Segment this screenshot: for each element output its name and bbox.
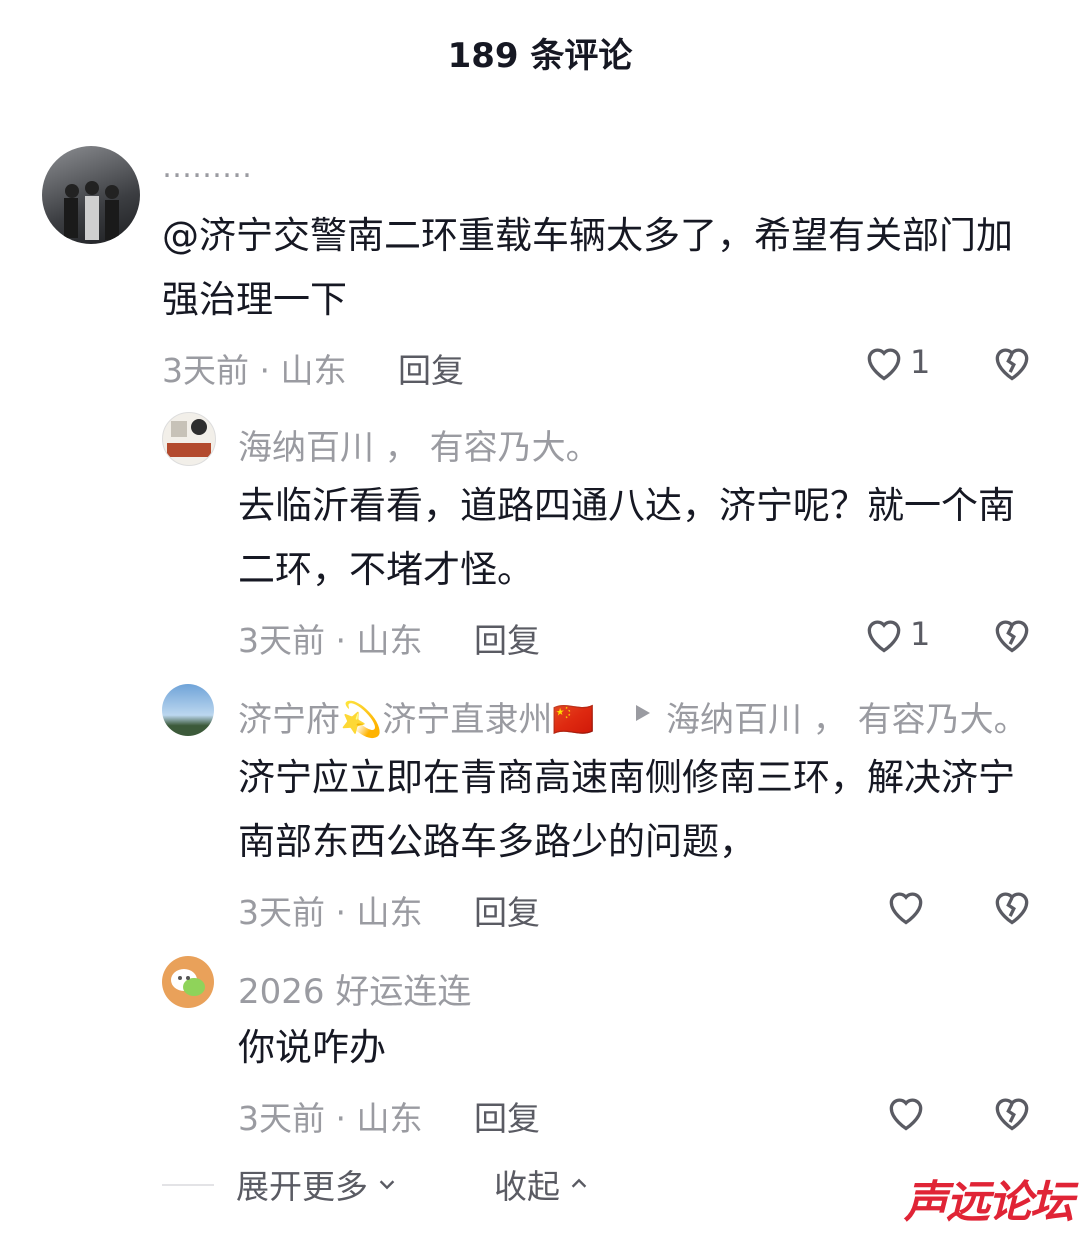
comment-meta: 3天前 · 山东 bbox=[238, 621, 423, 660]
broken-heart-icon bbox=[995, 620, 1029, 653]
expand-more-button[interactable]: 展开更多 bbox=[236, 1160, 398, 1208]
like-button[interactable] bbox=[884, 884, 928, 928]
like-button[interactable] bbox=[884, 1090, 928, 1134]
heart-outline-icon bbox=[889, 892, 923, 925]
dislike-button[interactable] bbox=[990, 1090, 1034, 1138]
broken-heart-icon bbox=[995, 348, 1029, 381]
comment-text: @济宁交警南二环重载车辆太多了，希望有关部门加强治理一下 bbox=[162, 214, 1013, 321]
chevron-up-icon bbox=[571, 1178, 587, 1188]
comment-username[interactable]: 海纳百川 ， 有容乃大。 bbox=[238, 420, 600, 469]
dislike-button[interactable] bbox=[990, 884, 1034, 932]
reply-button[interactable]: 回复 bbox=[474, 614, 540, 662]
comment-username[interactable]: 2026 好运连连 bbox=[238, 964, 471, 1013]
chevron-down-icon bbox=[379, 1180, 395, 1190]
heart-outline-icon bbox=[867, 620, 901, 653]
comment-meta: 3天前 · 山东 bbox=[162, 351, 347, 390]
avatar[interactable] bbox=[162, 412, 216, 466]
comments-title: 189 条评论 bbox=[447, 36, 633, 76]
reply-button[interactable]: 回复 bbox=[474, 1092, 540, 1140]
like-button[interactable]: 1 bbox=[862, 612, 930, 656]
broken-heart-icon bbox=[995, 1098, 1029, 1131]
dislike-button[interactable] bbox=[990, 612, 1034, 660]
comment-text: 去临沂看看，道路四通八达，济宁呢？就一个南二环，不堵才怪。 bbox=[238, 484, 1015, 591]
like-count: 1 bbox=[910, 615, 931, 653]
avatar[interactable] bbox=[162, 684, 214, 736]
comment-meta: 3天前 · 山东 bbox=[238, 893, 423, 932]
avatar-image bbox=[64, 181, 119, 240]
watermark-logo: 声远论坛 bbox=[904, 1177, 1074, 1228]
reply-button[interactable]: 回复 bbox=[474, 886, 540, 934]
avatar[interactable] bbox=[42, 146, 140, 244]
triangle-right-icon bbox=[636, 705, 650, 721]
heart-outline-icon bbox=[889, 1098, 923, 1131]
collapse-button[interactable]: 收起 bbox=[494, 1160, 590, 1208]
like-button[interactable]: 1 bbox=[862, 340, 930, 384]
divider bbox=[162, 1184, 214, 1186]
like-count: 1 bbox=[910, 343, 931, 381]
wechat-avatar-icon bbox=[171, 969, 205, 996]
broken-heart-icon bbox=[995, 892, 1029, 925]
comment-text: 济宁应立即在青商高速南侧修南三环，解决济宁南部东西公路车多路少的问题， bbox=[238, 756, 1015, 863]
collapse-label: 收起 bbox=[494, 1167, 560, 1206]
comment-username[interactable]: ……… bbox=[162, 150, 252, 185]
heart-outline-icon bbox=[867, 348, 901, 381]
avatar[interactable] bbox=[162, 956, 214, 1008]
comment-username[interactable]: 济宁府💫济宁直隶州🇨🇳 bbox=[238, 692, 595, 741]
comment-meta: 3天前 · 山东 bbox=[238, 1099, 423, 1138]
reply-button[interactable]: 回复 bbox=[398, 344, 464, 392]
reply-to-username[interactable]: 海纳百川 ， 有容乃大。 bbox=[666, 692, 1028, 741]
comment-text: 你说咋办 bbox=[238, 1026, 386, 1069]
dislike-button[interactable] bbox=[990, 340, 1034, 388]
expand-label: 展开更多 bbox=[236, 1167, 368, 1206]
avatar-image bbox=[167, 419, 211, 457]
